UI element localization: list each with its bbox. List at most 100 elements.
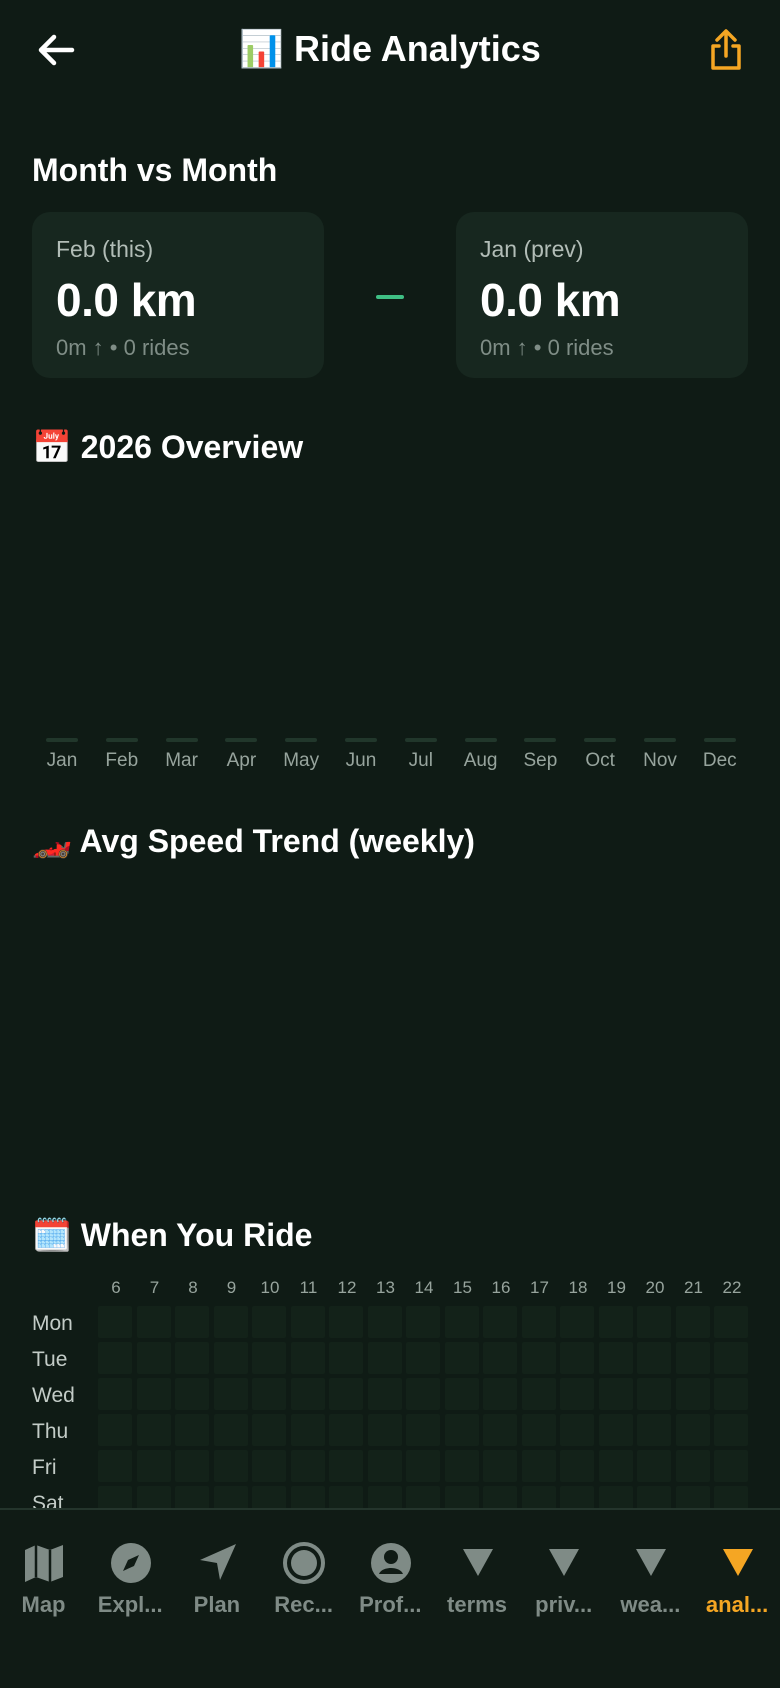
heatmap-cell: [444, 1378, 479, 1410]
heatmap-cell: [444, 1450, 479, 1482]
heatmap-hour-label: 7: [149, 1278, 160, 1297]
previous-month-label: Jan (prev): [480, 236, 584, 262]
compass-icon: [108, 1540, 154, 1586]
nav-item-plan[interactable]: Plan: [173, 1540, 260, 1650]
heatmap-cell: [290, 1306, 325, 1338]
heatmap-cell: [521, 1414, 556, 1446]
heatmap-hour-label: 6: [111, 1278, 121, 1297]
heatmap-cell: [560, 1414, 594, 1446]
overview-bar: [165, 738, 198, 742]
heatmap-hour-label: 19: [607, 1278, 626, 1297]
bottom-navigation: Map Expl... Plan Rec... Prof... terms priv... w…: [0, 1508, 780, 1688]
nav-item-priv[interactable]: priv...: [520, 1540, 607, 1650]
triangle-down-icon: [541, 1540, 587, 1586]
overview-month-label: Apr: [226, 750, 257, 771]
heatmap-cell: [252, 1342, 286, 1374]
overview-bar: [285, 738, 318, 742]
heatmap-cell: [406, 1306, 440, 1338]
heatmap-cell: [367, 1342, 402, 1374]
previous-month-details: 0m ↑ • 0 rides: [480, 335, 614, 360]
heatmap-hour-label: 10: [260, 1278, 280, 1297]
overview-bar: [524, 738, 557, 742]
heatmap-hour-label: 15: [453, 1278, 472, 1297]
share-button[interactable]: [702, 26, 750, 74]
heatmap-cell: [483, 1306, 517, 1338]
overview-month-label: Dec: [702, 750, 737, 771]
heatmap-hour-label: 16: [491, 1278, 511, 1297]
nav-item-label: terms: [447, 1592, 507, 1617]
heatmap-cell: [406, 1378, 440, 1410]
heatmap-cell: [213, 1342, 248, 1374]
heatmap-cell: [598, 1450, 633, 1482]
heatmap-cell: [560, 1378, 594, 1410]
nav-item-terms[interactable]: terms: [434, 1540, 521, 1650]
heatmap-cell: [136, 1306, 171, 1338]
profile-icon: [368, 1540, 414, 1586]
heatmap-day-label: Fri: [32, 1456, 57, 1479]
ride-heatmap: 6 7 8 9 10 11 12 13 14 15 16 17 18 19 20 21 22 Mon Tue Wed…: [32, 1274, 750, 1518]
nav-item-prof[interactable]: Prof...: [347, 1540, 434, 1650]
heatmap-cell: [98, 1306, 132, 1338]
month-vs-month-title: Month vs Month: [32, 152, 278, 188]
heatmap-cell: [675, 1450, 710, 1482]
heatmap-cell: [329, 1450, 363, 1482]
heatmap-cell: [367, 1306, 402, 1338]
overview-month-label: May: [283, 750, 320, 771]
overview-month-label: Sep: [523, 750, 558, 771]
heatmap-cell: [560, 1342, 594, 1374]
heatmap-cell: [329, 1342, 363, 1374]
heatmap-cell: [521, 1378, 556, 1410]
previous-month-card[interactable]: Jan (prev) 0.0 km 0m ↑ • 0 rides: [456, 212, 748, 378]
heatmap-cell: [714, 1450, 748, 1482]
nav-item-rec[interactable]: Rec...: [260, 1540, 347, 1650]
heatmap-day-label: Thu: [32, 1420, 69, 1443]
heatmap-hour-label: 8: [188, 1278, 198, 1297]
overview-month-label: Mar: [165, 750, 198, 771]
heatmap-hour-label: 14: [414, 1278, 434, 1297]
overview-month-label: Aug: [463, 750, 498, 771]
heatmap-day-label: Wed: [32, 1384, 75, 1407]
map-icon: [21, 1540, 67, 1586]
heatmap-cell: [637, 1342, 671, 1374]
heatmap-cell: [560, 1450, 594, 1482]
share-icon: [711, 29, 741, 70]
heatmap-cell: [483, 1450, 517, 1482]
nav-item-label: Map: [21, 1592, 66, 1617]
overview-bar: [46, 738, 78, 742]
heatmap-cell: [175, 1414, 209, 1446]
heatmap-cell: [290, 1414, 325, 1446]
heatmap-cell: [136, 1342, 171, 1374]
heatmap-cell: [483, 1378, 517, 1410]
triangle-down-icon: [628, 1540, 674, 1586]
when-you-ride-title: 🗓️ When You Ride: [32, 1217, 313, 1253]
heatmap-cell: [521, 1342, 556, 1374]
heatmap-cell: [675, 1306, 710, 1338]
nav-item-anal[interactable]: anal...: [694, 1540, 780, 1650]
triangle-down-icon: [455, 1540, 501, 1586]
heatmap-cell: [329, 1306, 363, 1338]
heatmap-cell: [444, 1414, 479, 1446]
current-month-card[interactable]: Feb (this) 0.0 km 0m ↑ • 0 rides: [32, 212, 324, 378]
heatmap-cell: [598, 1378, 633, 1410]
heatmap-hour-label: 21: [684, 1278, 703, 1297]
heatmap-cell: [675, 1342, 710, 1374]
heatmap-cell: [329, 1378, 363, 1410]
nav-item-map[interactable]: Map: [0, 1540, 87, 1650]
nav-item-expl[interactable]: Expl...: [87, 1540, 174, 1650]
nav-item-wea[interactable]: wea...: [607, 1540, 694, 1650]
record-icon: [281, 1540, 327, 1586]
heatmap-cell: [675, 1378, 710, 1410]
heatmap-cell: [598, 1306, 633, 1338]
navigation-arrow-icon: [194, 1540, 240, 1586]
overview-month-label: Oct: [585, 750, 615, 771]
comparison-dash: [376, 295, 404, 299]
heatmap-cell: [637, 1414, 671, 1446]
heatmap-cell: [213, 1306, 248, 1338]
heatmap-cell: [213, 1450, 248, 1482]
heatmap-cell: [136, 1450, 171, 1482]
heatmap-cell: [444, 1306, 479, 1338]
heatmap-cell: [637, 1306, 671, 1338]
overview-title: 📅 2026 Overview: [32, 429, 304, 465]
heatmap-cell: [175, 1342, 209, 1374]
overview-chart: Jan Feb Mar Apr May Jun Jul Aug Sep Oct Nov Dec: [32, 736, 750, 776]
